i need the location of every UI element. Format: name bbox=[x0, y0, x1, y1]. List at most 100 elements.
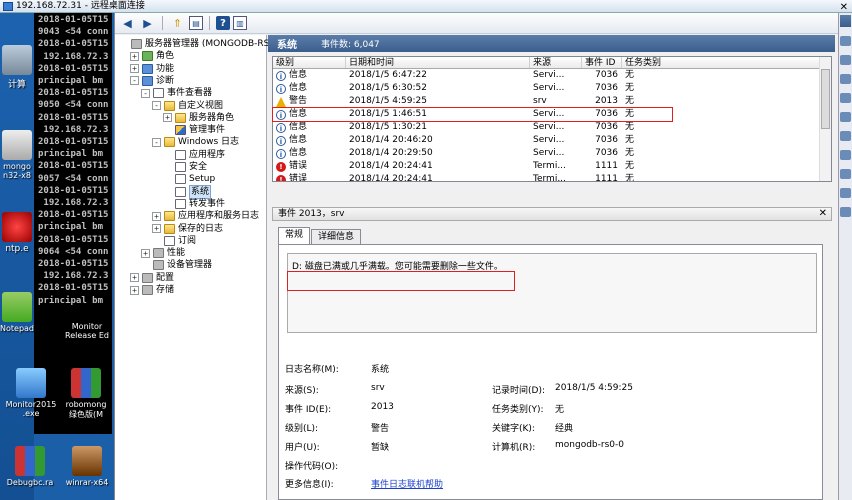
scrollbar-thumb[interactable] bbox=[821, 69, 830, 129]
collapse-icon[interactable]: - bbox=[152, 137, 161, 147]
event-level-cell: i 信息 bbox=[273, 69, 346, 82]
tree-item[interactable]: + 服务器角色 bbox=[163, 112, 234, 124]
console-line: principal bm bbox=[38, 76, 104, 87]
tree-item[interactable]: - Windows 日志 bbox=[152, 136, 239, 148]
action-icon[interactable] bbox=[840, 169, 851, 179]
console-tree[interactable]: 服务器管理器 (MONGODB-RS0-0) + 角色 + 功能 - 诊断 - 事件查看器 - 自定… bbox=[115, 35, 288, 500]
log-name-label: 日志名称(M): bbox=[285, 365, 339, 375]
show-hide-tree-button[interactable]: ▤ bbox=[189, 16, 203, 30]
tree-item[interactable]: + 配置 bbox=[130, 272, 174, 284]
desktop-icon-monitor[interactable]: Monitor Release Ed bbox=[60, 322, 114, 340]
tree-item[interactable]: 订阅 bbox=[152, 235, 196, 247]
event-message[interactable]: D: 磁盘已满或几乎满载。您可能需要删除一些文件。 bbox=[287, 253, 817, 333]
column-source[interactable]: 来源 bbox=[530, 57, 582, 68]
action-icon[interactable] bbox=[840, 150, 851, 160]
tree-item[interactable]: 系统 bbox=[163, 184, 212, 199]
back-button[interactable]: ◀ bbox=[119, 15, 136, 31]
error-icon: ! bbox=[276, 174, 286, 181]
folder-icon bbox=[175, 112, 186, 123]
column-date[interactable]: 日期和时间 bbox=[346, 57, 530, 68]
tree-item[interactable]: + 应用程序和服务日志 bbox=[152, 210, 259, 222]
tree-item[interactable]: - 事件查看器 bbox=[141, 87, 212, 99]
expand-icon[interactable]: + bbox=[130, 64, 139, 74]
info-icon: i bbox=[276, 122, 286, 133]
collapse-icon[interactable]: - bbox=[152, 101, 161, 110]
desktop-icon-monitor2015[interactable]: Monitor2015 .exe bbox=[0, 368, 62, 418]
up-folder-button[interactable]: ⇑ bbox=[169, 15, 186, 31]
action-icon[interactable] bbox=[840, 36, 851, 46]
action-icon[interactable] bbox=[840, 131, 851, 141]
expand-icon[interactable]: + bbox=[141, 248, 150, 258]
desktop-icon-notepad[interactable]: Notepad++ bbox=[0, 292, 47, 333]
desktop-icon-mongo[interactable]: mongo n32-x8 bbox=[0, 130, 34, 180]
event-row[interactable]: i 信息 2018/1/5 6:47:22 Servi... 7036 无 bbox=[273, 69, 831, 82]
desktop-icon-winrar[interactable]: winrar-x64 bbox=[60, 446, 114, 487]
action-icon[interactable] bbox=[840, 207, 851, 217]
event-row[interactable]: i 信息 2018/1/4 20:29:50 Servi... 7036 无 bbox=[273, 147, 831, 160]
tree-item[interactable]: 应用程序 bbox=[163, 149, 225, 161]
event-source-cell: Servi... bbox=[533, 122, 565, 132]
desktop-icon-label: Monitor2015 .exe bbox=[5, 400, 57, 418]
event-row[interactable]: i 信息 2018/1/5 1:30:21 Servi... 7036 无 bbox=[273, 121, 831, 134]
expand-icon[interactable]: + bbox=[130, 285, 139, 295]
tree-item[interactable]: Setup bbox=[163, 173, 215, 185]
event-category-cell: 无 bbox=[625, 83, 635, 93]
collapse-icon[interactable]: - bbox=[141, 88, 150, 98]
action-icon[interactable] bbox=[840, 55, 851, 65]
event-row[interactable]: ! 错误 2018/1/4 20:24:41 Termi... 1111 无 bbox=[273, 160, 831, 173]
opcode-label: 操作代码(O): bbox=[285, 462, 339, 472]
tree-item[interactable]: + 性能 bbox=[141, 247, 185, 259]
expand-icon[interactable]: + bbox=[163, 113, 172, 123]
computer-icon bbox=[2, 45, 32, 75]
event-category-cell: 无 bbox=[625, 161, 635, 171]
warning-icon bbox=[276, 96, 286, 107]
tree-item[interactable]: 转发事件 bbox=[163, 198, 225, 210]
desktop-icon-ntp[interactable]: ntp.e bbox=[0, 212, 34, 254]
tree-item[interactable]: + 角色 bbox=[130, 50, 174, 62]
help-button[interactable]: ? bbox=[216, 16, 230, 30]
collapse-icon[interactable]: - bbox=[130, 76, 139, 86]
column-level[interactable]: 级别 bbox=[273, 57, 346, 68]
tab-general[interactable]: 常规 bbox=[278, 227, 311, 244]
tree-item[interactable]: 服务器管理器 (MONGODB-RS0-0) bbox=[119, 38, 288, 50]
tree-item[interactable]: + 存储 bbox=[130, 284, 174, 296]
archive-icon bbox=[71, 368, 101, 398]
action-icon[interactable] bbox=[840, 188, 851, 198]
tree-item[interactable]: - 诊断 bbox=[130, 75, 174, 87]
tab-details[interactable]: 详细信息 bbox=[311, 229, 362, 244]
event-date-cell: 2018/1/4 20:46:20 bbox=[349, 135, 433, 145]
tree-item[interactable]: 设备管理器 bbox=[141, 259, 212, 271]
tree-item[interactable]: + 保存的日志 bbox=[152, 223, 223, 235]
tree-item[interactable]: 管理事件 bbox=[163, 124, 225, 136]
tree-item[interactable]: + 功能 bbox=[130, 63, 174, 75]
desktop-icon-computer[interactable]: 计算 bbox=[0, 45, 34, 90]
desktop-icon-robomongo[interactable]: robomong 绿色版(M bbox=[58, 368, 114, 420]
event-list-scrollbar[interactable] bbox=[819, 57, 831, 181]
expand-icon[interactable]: + bbox=[130, 273, 139, 283]
column-event-id[interactable]: 事件 ID bbox=[582, 57, 622, 68]
action-icon[interactable] bbox=[840, 112, 851, 122]
event-row[interactable]: i 信息 2018/1/5 6:30:52 Servi... 7036 无 bbox=[273, 82, 831, 95]
action-pane-button[interactable]: ▥ bbox=[233, 16, 247, 30]
event-log-help-link[interactable]: 事件日志联机帮助 bbox=[371, 477, 443, 490]
console-line: 2018-01-05T15 bbox=[38, 112, 109, 123]
console-line: 2018-01-05T15 bbox=[38, 161, 109, 172]
event-count: 事件数: 6,047 bbox=[321, 40, 380, 50]
column-task-category[interactable]: 任务类别 bbox=[622, 57, 822, 68]
event-row[interactable]: i 信息 2018/1/4 20:46:20 Servi... 7036 无 bbox=[273, 134, 831, 147]
expand-icon[interactable]: + bbox=[152, 211, 161, 221]
expand-icon[interactable]: + bbox=[130, 51, 139, 61]
action-icon[interactable] bbox=[840, 93, 851, 103]
tree-item-label: 服务器管理器 (MONGODB-RS0-0) bbox=[145, 39, 288, 49]
action-icon[interactable] bbox=[840, 74, 851, 84]
actions-pane[interactable] bbox=[838, 13, 852, 500]
tree-item[interactable]: 安全 bbox=[163, 161, 207, 173]
forward-button[interactable]: ▶ bbox=[139, 15, 156, 31]
detail-close-button[interactable]: ✕ bbox=[819, 208, 827, 220]
tree-item[interactable]: - 自定义视图 bbox=[152, 100, 223, 112]
expand-icon[interactable]: + bbox=[152, 224, 161, 233]
main-pane: 系统 事件数: 6,047 级别 日期和时间 来源 事件 ID 任务类别 i 信息… bbox=[268, 35, 835, 500]
desktop-icon-debugbc[interactable]: Debugbc.ra bbox=[0, 446, 60, 487]
rdp-title-bar[interactable]: 192.168.72.31 - 远程桌面连接 ✕ bbox=[0, 0, 852, 13]
event-row[interactable]: ! 错误 2018/1/4 20:24:41 Termi... 1111 无 bbox=[273, 173, 831, 181]
